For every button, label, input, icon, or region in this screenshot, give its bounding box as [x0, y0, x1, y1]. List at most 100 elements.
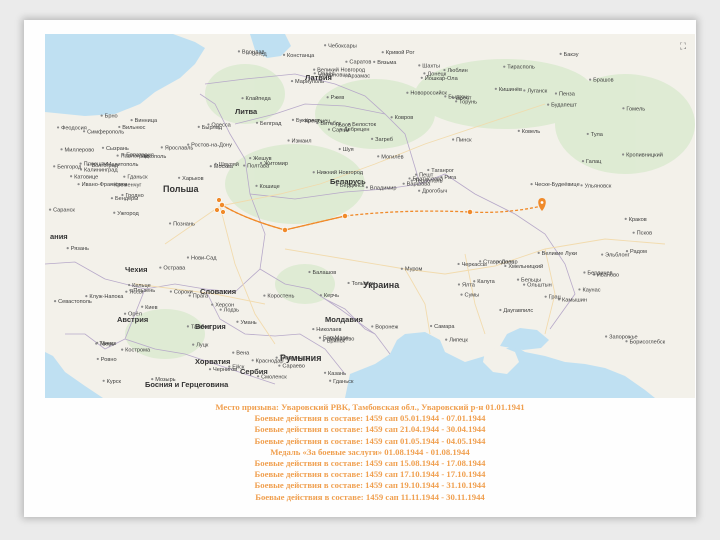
city-label: Борисоглебск [625, 339, 666, 345]
city-label: Кременец [300, 118, 331, 124]
svg-text:Краков: Краков [629, 217, 647, 223]
city-label: Ческе-Будеёвице [530, 182, 580, 188]
svg-text:Тольятти: Тольятти [352, 281, 375, 287]
city-label: Арзамас [343, 74, 370, 80]
svg-text:Мариуполь: Мариуполь [295, 79, 324, 85]
conscription-line: Место призыва: Уваровский РВК, Тамбовска… [215, 402, 525, 412]
route-map[interactable]: Польша Беларусь Украина Литва Латвия Чехия Сло… [45, 34, 695, 398]
medal-line: Медаль «За боевые заслуги» 01.08.1944 - … [270, 446, 470, 457]
svg-text:Камышин: Камышин [562, 297, 587, 303]
svg-text:Павлоград: Павлоград [121, 154, 150, 160]
country-label: Литва [235, 107, 258, 116]
city-label: Калуга [473, 279, 496, 285]
combat-line: Боевые действия в составе: 1459 сап 17.1… [254, 469, 486, 480]
svg-text:Сызрань: Сызрань [106, 146, 129, 152]
fullscreen-button[interactable]: ⛶ [675, 38, 691, 54]
svg-text:Сегед: Сегед [251, 51, 267, 57]
svg-text:Ейск: Ейск [232, 364, 245, 371]
svg-text:Бердянск: Бердянск [340, 183, 365, 189]
city-label: Ростов-на-Дону [187, 143, 232, 149]
svg-text:Ялта: Ялта [462, 282, 476, 288]
city-label: Ковель [517, 129, 540, 135]
country-label: Чехия [125, 265, 148, 274]
svg-text:Кошице: Кошице [260, 184, 280, 190]
city-label: Казань [323, 371, 346, 377]
svg-text:Рига: Рига [444, 175, 457, 181]
svg-text:Луганск: Луганск [527, 88, 547, 94]
city-label: Ульяновск [580, 183, 612, 189]
city-label: Люблин [443, 68, 468, 74]
route-point[interactable] [282, 227, 288, 233]
svg-text:Бырлад: Бырлад [202, 125, 223, 131]
route-point[interactable] [216, 197, 222, 203]
svg-text:Шуя: Шуя [343, 147, 354, 153]
svg-text:Гданьск: Гданьск [333, 379, 354, 385]
svg-text:Харьков: Харьков [182, 176, 203, 182]
city-label: Радом [625, 249, 647, 255]
svg-text:Луцк: Луцк [196, 343, 209, 349]
city-label: Дрогобыч [418, 189, 447, 195]
route-point[interactable] [219, 202, 225, 208]
city-label: Пинск [452, 137, 472, 143]
svg-text:Пенза: Пенза [559, 92, 576, 98]
svg-text:Кострома: Кострома [125, 348, 151, 354]
city-label: Шахты [418, 63, 440, 69]
city-label: Таганрог [427, 168, 454, 174]
city-label: Ярославль [160, 145, 193, 151]
svg-text:Белгород: Белгород [57, 164, 82, 170]
svg-text:Гданьск: Гданьск [127, 175, 148, 181]
svg-text:Калининград: Калининград [84, 167, 118, 173]
city-label: Могилёв [377, 154, 404, 160]
svg-text:Шяуляй: Шяуляй [219, 161, 239, 168]
route-point[interactable] [220, 209, 226, 215]
route-point[interactable] [467, 209, 473, 215]
svg-text:Сумы: Сумы [465, 293, 480, 299]
conscription-pin-icon[interactable] [538, 198, 546, 211]
svg-text:Владимир: Владимир [370, 185, 397, 191]
svg-text:Ульяновск: Ульяновск [585, 183, 612, 189]
svg-text:Симферополь: Симферополь [87, 129, 124, 135]
svg-text:Таганрог: Таганрог [431, 168, 454, 174]
city-label: Каунас [578, 287, 601, 293]
city-label: Воронеж [371, 324, 398, 330]
combat-line: Боевые действия в составе: 1459 сап 15.0… [254, 458, 486, 469]
city-label: Рязань [66, 246, 89, 252]
svg-text:Мозырь: Мозырь [155, 377, 175, 383]
svg-text:Клайпеда: Клайпеда [246, 95, 272, 102]
route-point[interactable] [342, 213, 348, 219]
city-label: Владимир [365, 185, 397, 191]
svg-text:Арзамас: Арзамас [348, 74, 370, 80]
svg-text:Катовице: Катовице [74, 174, 98, 180]
svg-text:Острава: Острава [163, 266, 186, 272]
city-label: Брашов [589, 78, 614, 84]
city-label: Симферополь [82, 129, 124, 135]
svg-text:Рязань: Рязань [71, 246, 89, 252]
svg-text:Муром: Муром [405, 267, 423, 273]
svg-text:Сараево: Сараево [282, 364, 305, 370]
city-label: Бердичев [583, 270, 613, 276]
city-label: Камышин [557, 297, 587, 303]
city-label: Бендеры [110, 196, 138, 202]
city-label: Полтава [243, 164, 270, 170]
city-label: Торунь [455, 99, 477, 105]
city-label: Орадя [313, 71, 335, 77]
city-label: Констанца [282, 53, 315, 59]
city-label: Тирасполь [503, 65, 535, 71]
city-label: Ялта [457, 282, 476, 288]
city-label: Измаил [287, 138, 311, 144]
route-point[interactable] [214, 207, 220, 213]
map-canvas[interactable]: ПольшаБеларусьУкраинаЛитваЛатвияЧехияСло… [45, 34, 695, 398]
svg-text:Мелитополь: Мелитополь [107, 162, 139, 168]
city-label: Йошкар-Ола [420, 74, 459, 82]
city-label: Кривой Рог [381, 49, 415, 56]
service-record: Место призыва: Уваровский РВК, Тамбовска… [45, 402, 695, 503]
city-label: Кропивницкий [622, 151, 663, 158]
city-label: Курск [102, 379, 122, 385]
city-label: Умань [236, 320, 257, 326]
svg-text:Жешув: Жешув [253, 156, 271, 162]
city-label: Феодосия [56, 125, 87, 131]
city-label: Миллерово [60, 147, 94, 153]
svg-text:Воронеж: Воронеж [375, 324, 398, 330]
svg-text:Вязьма: Вязьма [377, 60, 397, 66]
combat-line: Боевые действия в составе: 1459 сап 01.0… [254, 435, 486, 446]
